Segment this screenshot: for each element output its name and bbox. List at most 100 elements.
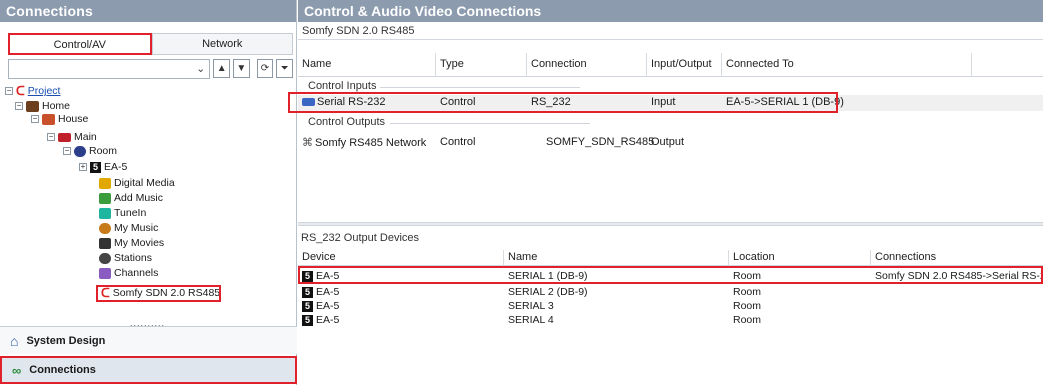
table-row[interactable]: Serial RS-232 Control RS_232 Input EA-5-… [298, 95, 1043, 111]
column-header-connected-to[interactable]: Connected To [726, 58, 794, 70]
table-row[interactable]: 5 EA-5 SERIAL 3 Room [298, 300, 1043, 312]
device-name: EA-5 [316, 314, 340, 326]
filter-button[interactable]: ⏷ [276, 59, 293, 78]
column-header-type[interactable]: Type [440, 58, 464, 70]
tree-label-room: Room [89, 145, 118, 157]
device-location: Room [733, 300, 762, 312]
tree-node-my-movies[interactable]: My Movies [99, 237, 164, 249]
device-cell: 5 EA-5 [302, 270, 339, 282]
ea5-device-icon: 5 [302, 314, 313, 326]
tab-control-av[interactable]: Control/AV [8, 33, 152, 55]
connections-panel: Connections Control/AV Network ⌄ ▲ ▼ ⟳ ⏷… [0, 0, 297, 385]
collapse-icon[interactable]: − [31, 115, 39, 123]
collapse-icon[interactable]: − [47, 133, 55, 141]
tree-label-add-music: Add Music [114, 192, 164, 204]
tree-node-house[interactable]: − House [31, 113, 88, 125]
tree-node-stations[interactable]: Stations [99, 252, 152, 264]
column-separator [646, 53, 647, 77]
tree-node-main[interactable]: − Main [47, 131, 97, 143]
room-icon [74, 145, 86, 157]
device-cell: 5 EA-5 [302, 286, 339, 298]
column-separator [503, 250, 504, 266]
column-header-location[interactable]: Location [733, 251, 775, 263]
my-movies-icon [99, 237, 111, 249]
device-name: EA-5 [316, 270, 340, 282]
tree-label-tunein: TuneIn [114, 207, 147, 219]
home-icon [26, 100, 39, 112]
tree-node-ea5[interactable]: + 5 EA-5 [79, 161, 127, 173]
filter-dropdown[interactable]: ⌄ [8, 58, 211, 79]
column-separator [721, 53, 722, 77]
tree-label-main: Main [74, 131, 97, 143]
connections-label: Connections [29, 364, 96, 376]
tree-node-tunein[interactable]: TuneIn [99, 207, 146, 219]
device-cell: 5 EA-5 [302, 300, 339, 312]
column-header-io[interactable]: Input/Output [651, 58, 712, 70]
table-row[interactable]: 5 EA-5 SERIAL 4 Room [298, 314, 1043, 326]
device-cell: 5 EA-5 [302, 314, 339, 326]
table-row[interactable]: 5 EA-5 SERIAL 2 (DB-9) Room [298, 286, 1043, 298]
table-row[interactable]: ⌘ Somfy RS485 Network Control SOMFY_SDN_… [298, 135, 1043, 151]
ea5-device-icon: 5 [302, 270, 313, 282]
column-separator [435, 53, 436, 77]
move-down-button[interactable]: ▼ [233, 59, 250, 78]
view-tabs: Control/AV Network [8, 33, 293, 55]
tree-label-stations: Stations [114, 252, 152, 264]
system-design-button[interactable]: ⌂ System Design [0, 326, 297, 354]
output-connection: SOMFY_SDN_RS485 [546, 136, 655, 148]
expand-icon[interactable]: + [79, 163, 87, 171]
panel-title: Connections [0, 0, 296, 22]
tab-network[interactable]: Network [151, 33, 293, 55]
tree-label-project[interactable]: Project [28, 85, 61, 97]
device-location: Room [733, 270, 762, 282]
column-separator [526, 53, 527, 77]
tree-node-my-music[interactable]: My Music [99, 222, 158, 234]
group-label: Control Outputs [308, 116, 386, 128]
pane-splitter[interactable] [298, 222, 1043, 226]
collapse-icon[interactable]: − [15, 102, 23, 110]
group-line [380, 87, 580, 88]
port-name: SERIAL 4 [508, 314, 554, 326]
home-outline-icon: ⌂ [10, 332, 19, 349]
column-header-device[interactable]: Device [302, 251, 336, 263]
devices-grid-header: Device Name Location Connections [298, 250, 1043, 266]
port-name: SERIAL 3 [508, 300, 554, 312]
connections-nav-button[interactable]: ∞ Connections [0, 356, 297, 384]
device-connections[interactable]: Somfy SDN 2.0 RS485->Serial RS-232 [875, 270, 1043, 282]
name-cell: ⌘ Somfy RS485 Network [302, 136, 426, 150]
column-header-connection[interactable]: Connection [531, 58, 587, 70]
tree-label-digital-media: Digital Media [114, 177, 175, 189]
project-icon: ᑕ [16, 83, 25, 98]
tree-node-add-music[interactable]: Add Music [99, 192, 163, 204]
device-subtitle: Somfy SDN 2.0 RS485 [298, 22, 1043, 40]
tree-node-project[interactable]: − ᑕ Project [5, 85, 60, 97]
panel-title: Control & Audio Video Connections [298, 0, 1043, 22]
output-type: Control [440, 136, 476, 148]
column-header-name[interactable]: Name [302, 58, 331, 70]
tree-node-channels[interactable]: Channels [99, 267, 158, 279]
tree-node-home[interactable]: − Home [15, 100, 70, 112]
tunein-icon [99, 207, 111, 219]
tree-node-digital-media[interactable]: Digital Media [99, 177, 175, 189]
group-label: Control Inputs [308, 80, 377, 92]
collapse-icon[interactable]: − [5, 87, 13, 95]
stations-icon [99, 252, 111, 264]
ea5-device-icon: 5 [302, 300, 313, 312]
port-name: SERIAL 2 (DB-9) [508, 286, 588, 298]
tree-label-ea5: EA-5 [104, 161, 128, 173]
ea5-device-icon: 5 [90, 161, 101, 173]
refresh-button[interactable]: ⟳ [256, 59, 274, 78]
tree-toolbar: ⌄ ▲ ▼ ⟳ ⏷ [8, 57, 293, 80]
column-separator [728, 250, 729, 266]
column-header-connections[interactable]: Connections [875, 251, 936, 263]
house-icon [42, 113, 55, 125]
tree-node-room[interactable]: − Room [63, 145, 117, 157]
move-up-button[interactable]: ▲ [213, 59, 231, 78]
input-connected-to[interactable]: EA-5->SERIAL 1 (DB-9) [726, 96, 844, 108]
column-header-name[interactable]: Name [508, 251, 537, 263]
table-row[interactable]: 5 EA-5 SERIAL 1 (DB-9) Room Somfy SDN 2.… [298, 270, 1043, 282]
ea5-device-icon: 5 [302, 286, 313, 298]
collapse-icon[interactable]: − [63, 147, 71, 155]
tree-label-house: House [58, 113, 89, 125]
channels-icon [99, 267, 111, 279]
